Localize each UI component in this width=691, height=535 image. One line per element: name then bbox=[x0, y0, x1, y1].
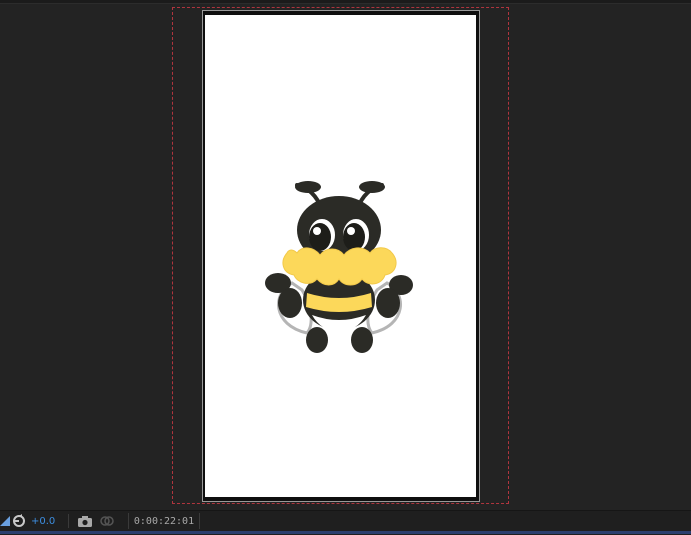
left-hand bbox=[278, 288, 302, 318]
viewer-top-border bbox=[0, 0, 691, 4]
adjust-exposure-icon[interactable] bbox=[0, 513, 10, 529]
right-pupil bbox=[343, 223, 365, 251]
composition-viewer[interactable] bbox=[0, 0, 691, 510]
bee-character-illustration[interactable] bbox=[262, 175, 417, 360]
show-snapshot-icon[interactable] bbox=[98, 513, 116, 529]
left-pupil bbox=[309, 223, 331, 251]
right-antenna-tip bbox=[359, 181, 385, 193]
reset-exposure-icon[interactable] bbox=[11, 513, 27, 529]
current-time-display[interactable]: 0:00:22:01 bbox=[128, 513, 200, 529]
footer-separator bbox=[68, 514, 69, 528]
camera-icon[interactable] bbox=[76, 513, 94, 529]
exposure-value[interactable]: +0.0 bbox=[31, 513, 59, 529]
right-foot bbox=[351, 327, 373, 353]
left-foot bbox=[306, 327, 328, 353]
yellow-collar bbox=[282, 247, 397, 286]
right-hand bbox=[376, 288, 400, 318]
left-antenna-tip bbox=[295, 181, 321, 193]
